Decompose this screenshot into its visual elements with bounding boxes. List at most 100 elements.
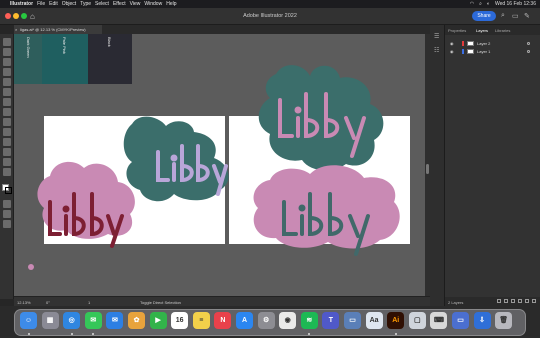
tab-layers[interactable]: Layers — [476, 28, 488, 33]
artwork-layer[interactable] — [14, 34, 425, 296]
dock-app-messages-icon[interactable]: ✉ — [84, 312, 102, 329]
document-tab[interactable]: × ligas.ai* @ 12.13 % (CMYK/Preview) — [14, 25, 102, 34]
scrollbar-thumb[interactable] — [426, 164, 429, 174]
dock-app-preview-icon[interactable]: ▭ — [344, 312, 361, 329]
layer-thumbnail — [467, 41, 474, 46]
dock-app-downloads-icon[interactable]: ⇩ — [473, 312, 491, 329]
collect-export-icon[interactable] — [497, 299, 501, 303]
menu-select[interactable]: Select — [95, 1, 113, 7]
layer-count: 2 Layers — [448, 300, 464, 305]
paintbrush-tool-icon[interactable] — [3, 118, 11, 126]
visibility-eye-icon[interactable]: ◉ — [450, 48, 454, 55]
pink-blob-shape-right[interactable] — [253, 165, 400, 249]
selection-tool-icon[interactable] — [3, 38, 11, 46]
dock-app-finder-icon[interactable]: ☺ — [20, 312, 37, 329]
close-tab-icon[interactable]: × — [15, 25, 17, 34]
dock-app-illustrator-icon[interactable]: Ai — [387, 312, 405, 329]
menu-illustrator[interactable]: Illustrator — [10, 1, 37, 7]
more-tools-icon[interactable] — [3, 220, 11, 228]
dock-app-news-icon[interactable]: N — [214, 312, 232, 329]
dock-app-window-icon[interactable]: ▭ — [452, 312, 469, 329]
menu-edit[interactable]: Edit — [49, 1, 62, 7]
dock-app-teams-icon[interactable]: T — [322, 312, 340, 329]
menubar-clock[interactable]: Wed 16 Feb 12:36 — [495, 1, 536, 7]
canvas[interactable]: Dark Green Pale Pink Black — [14, 34, 425, 296]
new-layer-icon[interactable] — [525, 299, 529, 303]
dock-app-launchpad-icon[interactable]: ▦ — [41, 312, 59, 329]
visibility-eye-icon[interactable]: ◉ — [450, 40, 454, 47]
dock-app-photos-icon[interactable]: ✿ — [128, 312, 145, 329]
shaper-tool-icon[interactable] — [3, 128, 11, 136]
collapsed-panels-strip: ☰ ☷ — [430, 25, 445, 306]
dock-app-calendar-icon[interactable]: 16 — [171, 312, 189, 329]
layer-target-icon[interactable] — [527, 42, 530, 45]
wifi-icon[interactable]: ◠ — [470, 1, 474, 7]
panel-tabs: Properties Layers Libraries — [445, 25, 540, 35]
menu-object[interactable]: Object — [62, 1, 80, 7]
dock-app-trash-icon[interactable]: 🗑 — [495, 312, 513, 329]
line-tool-icon[interactable] — [3, 98, 11, 106]
menu-type[interactable]: Type — [80, 1, 95, 7]
dock-app-system-preferences-icon[interactable]: ⚙ — [257, 312, 275, 329]
dock-running-indicator — [70, 333, 73, 335]
direct-selection-tool-icon[interactable] — [3, 48, 11, 56]
rectangle-tool-icon[interactable] — [3, 108, 11, 116]
arrange-documents-icon[interactable]: ▭ — [512, 12, 519, 20]
rotate-tool-icon[interactable] — [3, 148, 11, 156]
pink-dot-shape[interactable] — [28, 264, 34, 270]
dock-app-fonts-icon[interactable]: Aa — [365, 312, 383, 329]
menu-effect[interactable]: Effect — [113, 1, 130, 7]
menu-window[interactable]: Window — [144, 1, 166, 7]
dock-app-spotify-icon[interactable]: ≋ — [300, 312, 318, 329]
dock-app-notes-icon[interactable]: ≡ — [192, 312, 210, 329]
dock-running-indicator — [27, 333, 30, 335]
curvature-tool-icon[interactable] — [3, 78, 11, 86]
dock-app-facetime-icon[interactable]: ▶ — [149, 312, 167, 329]
width-tool-icon[interactable] — [3, 168, 11, 176]
make-clipping-mask-icon[interactable] — [511, 299, 515, 303]
dock-app-screenshot-icon[interactable]: ▢ — [408, 312, 426, 329]
layer-name[interactable]: Layer 2 — [477, 40, 490, 47]
menu-view[interactable]: View — [130, 1, 145, 7]
control-center-icon[interactable]: ◐ — [487, 1, 490, 7]
menu-file[interactable]: File — [37, 1, 49, 7]
dock-app-chrome-icon[interactable]: ◉ — [279, 312, 297, 329]
new-sublayer-icon[interactable] — [518, 299, 522, 303]
locate-object-icon[interactable] — [504, 299, 508, 303]
layer-name[interactable]: Layer 1 — [477, 48, 490, 55]
layer-row[interactable]: ◉ Layer 1 — [445, 48, 540, 55]
dock-app-keyboard-icon[interactable]: ⌨ — [430, 312, 448, 329]
draw-mode-icon[interactable] — [3, 200, 11, 208]
rotation-value[interactable]: 0° — [46, 300, 50, 305]
dock-app-mail-icon[interactable]: ✉ — [106, 312, 124, 329]
search-icon[interactable]: ⌕ — [501, 12, 505, 20]
pen-tool-icon[interactable] — [3, 68, 11, 76]
stroke-swatch[interactable] — [5, 187, 12, 194]
libraries-icon[interactable]: ☷ — [434, 47, 439, 54]
eraser-tool-icon[interactable] — [3, 138, 11, 146]
tab-libraries[interactable]: Libraries — [495, 28, 510, 33]
type-tool-icon[interactable] — [3, 88, 11, 96]
fill-stroke-swatch[interactable] — [2, 184, 12, 194]
search-icon[interactable]: ⌕ — [479, 1, 482, 7]
dock-app-app-store-icon[interactable]: A — [236, 312, 253, 329]
layer-color-bar — [462, 49, 464, 54]
layers-panel: Properties Layers Libraries ◉ Layer 2 ◉ … — [445, 25, 540, 306]
delete-layer-icon[interactable] — [532, 299, 536, 303]
screen-mode-icon[interactable] — [3, 210, 11, 218]
layer-target-icon[interactable] — [527, 50, 530, 53]
pen-icon[interactable]: ✎ — [524, 12, 530, 20]
menu-help[interactable]: Help — [166, 1, 180, 7]
tab-properties[interactable]: Properties — [448, 28, 466, 33]
tools-panel — [0, 34, 14, 299]
magic-wand-tool-icon[interactable] — [3, 58, 11, 66]
app-title: Adobe Illustrator 2022 — [243, 13, 297, 19]
scale-tool-icon[interactable] — [3, 158, 11, 166]
zoom-level[interactable]: 12.13% — [17, 300, 31, 305]
dock-app-safari-icon[interactable]: ◎ — [63, 312, 81, 329]
share-button[interactable]: Share — [472, 11, 496, 21]
artboard-number[interactable]: 1 — [88, 300, 90, 305]
properties-icon[interactable]: ☰ — [434, 33, 439, 40]
layer-row[interactable]: ◉ Layer 2 — [445, 40, 540, 47]
dock-running-indicator — [394, 333, 397, 335]
